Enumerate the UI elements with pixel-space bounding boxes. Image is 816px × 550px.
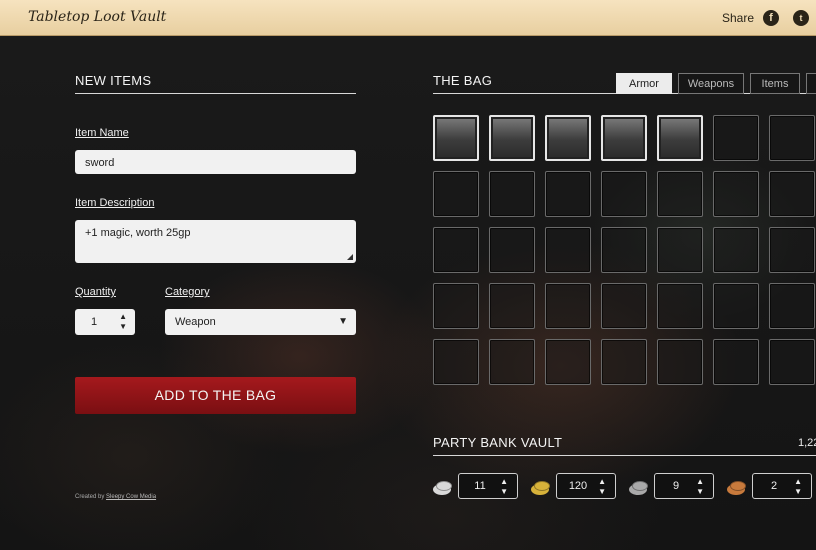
bag-slot[interactable]	[657, 283, 703, 329]
bag-slot[interactable]	[489, 339, 535, 385]
bag-slot[interactable]	[769, 283, 815, 329]
stepper-arrows-icon[interactable]: ▲ ▼	[696, 477, 704, 497]
bag-slot[interactable]	[769, 227, 815, 273]
bag-slot[interactable]	[657, 171, 703, 217]
bag-slot[interactable]	[545, 339, 591, 385]
top-bar: Tabletop Loot Vault Share f t	[0, 0, 816, 36]
new-items-title: NEW ITEMS	[75, 73, 152, 88]
bag-slot[interactable]	[657, 227, 703, 273]
quantity-value: 1	[91, 316, 98, 328]
bag-slot[interactable]	[433, 339, 479, 385]
tab-weapons[interactable]: Weapons	[678, 73, 744, 94]
stepper-arrows-icon[interactable]: ▲ ▼	[119, 312, 127, 332]
stepper-arrows-icon[interactable]: ▲ ▼	[598, 477, 606, 497]
bag-slot[interactable]	[713, 339, 759, 385]
bag-slot[interactable]	[713, 115, 759, 161]
tab-more[interactable]	[806, 73, 816, 94]
bag-slot[interactable]	[769, 339, 815, 385]
silver-value: 9	[672, 480, 680, 492]
bag-slot[interactable]	[769, 115, 815, 161]
tab-armor[interactable]: Armor	[616, 73, 672, 94]
platinum-stepper[interactable]: 11 ▲ ▼	[458, 473, 518, 499]
bag-slot[interactable]	[545, 283, 591, 329]
bag-slot[interactable]	[545, 227, 591, 273]
bag-slot[interactable]	[489, 227, 535, 273]
bag-slot[interactable]	[769, 171, 815, 217]
platinum-coin-icon	[433, 481, 452, 495]
gold-stepper[interactable]: 120 ▲ ▼	[556, 473, 616, 499]
gold-value: 120	[568, 480, 588, 492]
bag-slot[interactable]	[489, 171, 535, 217]
share-label: Share	[722, 11, 755, 25]
bag-slot[interactable]	[601, 227, 647, 273]
vault-title: PARTY BANK VAULT	[433, 435, 563, 450]
item-description-label: Item Description	[75, 197, 155, 209]
item-name-label: Item Name	[75, 127, 129, 139]
copper-stepper[interactable]: 2 ▲ ▼	[752, 473, 812, 499]
bag-slot[interactable]	[433, 227, 479, 273]
add-to-bag-button[interactable]: ADD TO THE BAG	[75, 377, 356, 414]
credit-link[interactable]: Sleepy Cow Media	[106, 494, 156, 500]
bag-slot-filled[interactable]	[601, 115, 647, 161]
item-description-textarea[interactable]: +1 magic, worth 25gp	[75, 220, 356, 263]
main-content: NEW ITEMS Item Name sword Item Descripti…	[0, 0, 816, 550]
stepper-arrows-icon[interactable]: ▲ ▼	[794, 477, 802, 497]
credit-line: Created by Sleepy Cow Media	[75, 494, 156, 500]
bag-slot[interactable]	[657, 339, 703, 385]
item-name-input[interactable]: sword	[75, 150, 356, 174]
bag-slot[interactable]	[489, 283, 535, 329]
quantity-label: Quantity	[75, 286, 116, 298]
bag-slot[interactable]	[433, 283, 479, 329]
category-select[interactable]: Weapon ▼	[165, 309, 356, 335]
bag-slot[interactable]	[601, 339, 647, 385]
platinum-value: 11	[474, 480, 486, 492]
chevron-down-icon: ▼	[338, 316, 348, 327]
bag-slot[interactable]	[433, 171, 479, 217]
quantity-stepper[interactable]: 1 ▲ ▼	[75, 309, 135, 335]
bag-slot[interactable]	[601, 171, 647, 217]
stepper-arrows-icon[interactable]: ▲ ▼	[500, 477, 508, 497]
category-label: Category	[165, 286, 210, 298]
bag-slot-filled[interactable]	[489, 115, 535, 161]
vault-divider	[433, 455, 816, 456]
bag-slot[interactable]	[545, 171, 591, 217]
silver-stepper[interactable]: 9 ▲ ▼	[654, 473, 714, 499]
copper-coin-icon	[727, 481, 746, 495]
resize-handle-icon[interactable]	[347, 254, 353, 260]
vault-total: 1,22	[798, 437, 816, 449]
bag-slot-filled[interactable]	[433, 115, 479, 161]
gold-coin-icon	[531, 481, 550, 495]
tab-items[interactable]: Items	[750, 73, 800, 94]
twitter-icon[interactable]: t	[793, 10, 809, 26]
facebook-icon[interactable]: f	[763, 10, 779, 26]
copper-value: 2	[770, 480, 778, 492]
bag-slot[interactable]	[713, 171, 759, 217]
bag-slot[interactable]	[601, 283, 647, 329]
bag-title: THE BAG	[433, 73, 493, 88]
item-description-text: +1 magic, worth 25gp	[85, 227, 191, 239]
bag-slot-filled[interactable]	[657, 115, 703, 161]
bag-slot[interactable]	[713, 227, 759, 273]
credit-prefix: Created by	[75, 494, 105, 500]
category-value: Weapon	[175, 316, 216, 328]
app-title: Tabletop Loot Vault	[28, 9, 167, 25]
bag-slot[interactable]	[713, 283, 759, 329]
new-items-divider	[75, 93, 356, 94]
bag-slot-filled[interactable]	[545, 115, 591, 161]
silver-coin-icon	[629, 481, 648, 495]
